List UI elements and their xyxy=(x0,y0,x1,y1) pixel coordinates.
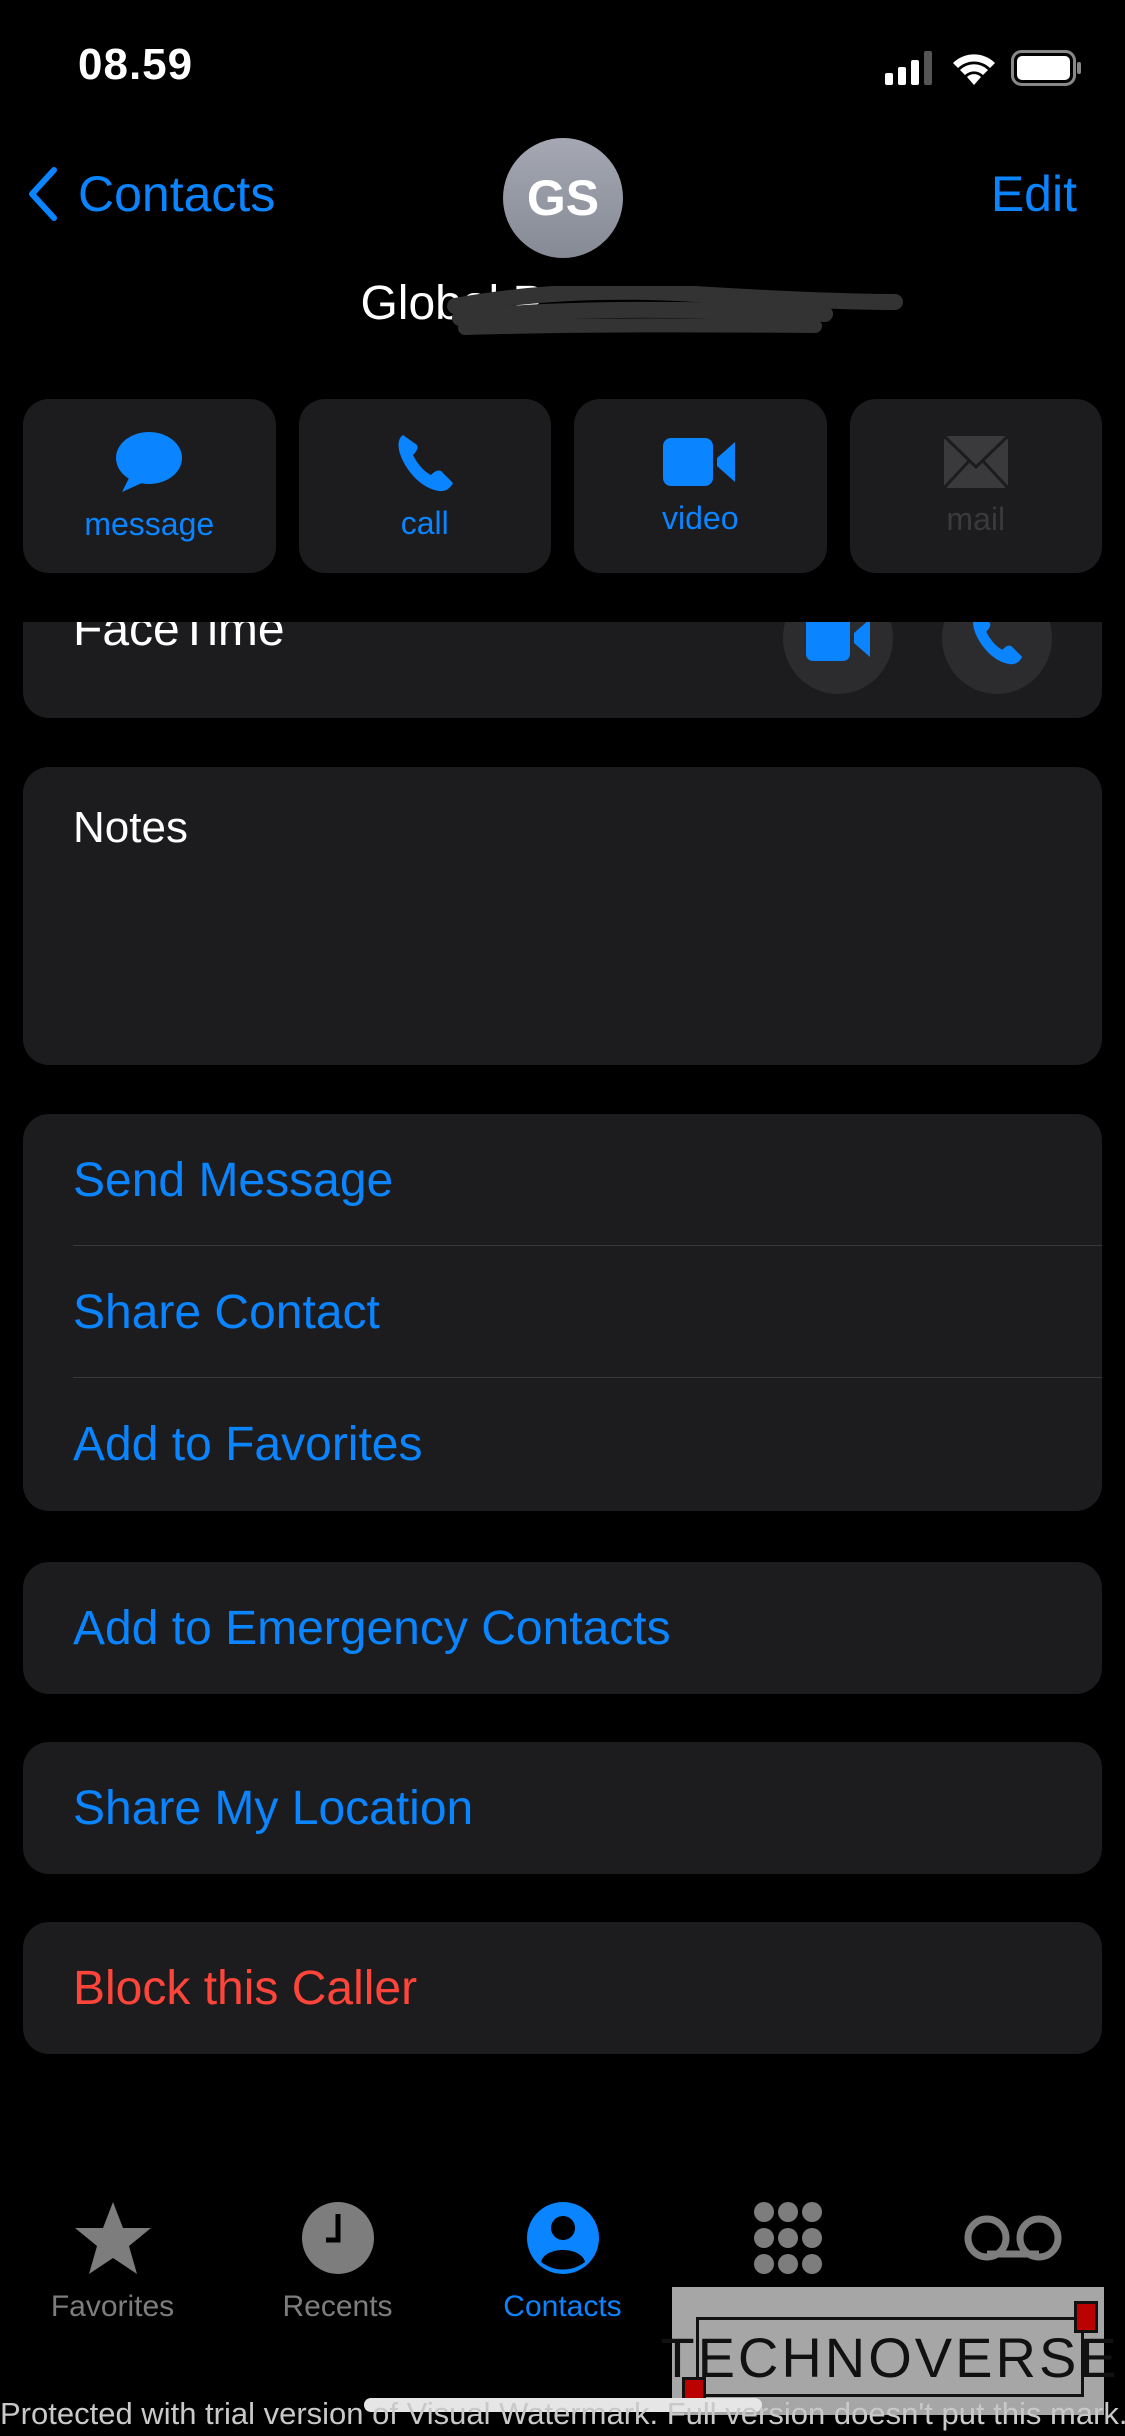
send-message-row[interactable]: Send Message xyxy=(23,1114,1102,1246)
contact-actions-list: Send Message Share Contact Add to Favori… xyxy=(23,1114,1102,1511)
facetime-video-icon xyxy=(806,622,870,661)
video-label: video xyxy=(662,499,739,536)
facetime-label: FaceTime xyxy=(73,622,285,656)
clock-icon xyxy=(301,2202,374,2274)
notes-label: Notes xyxy=(73,803,188,852)
call-label: call xyxy=(400,504,449,541)
envelope-icon xyxy=(942,434,1009,489)
tab-contacts[interactable]: Contacts xyxy=(450,2200,675,2324)
facetime-video-button[interactable] xyxy=(783,622,893,694)
message-action-button[interactable]: message xyxy=(23,399,276,573)
facetime-audio-icon xyxy=(973,622,1023,665)
message-bubble-icon xyxy=(116,431,183,492)
facetime-audio-button[interactable] xyxy=(942,622,1052,694)
star-icon xyxy=(74,2202,151,2274)
mail-action-button[interactable]: mail xyxy=(849,399,1102,573)
back-label: Contacts xyxy=(78,166,276,222)
keypad-icon xyxy=(753,2202,822,2274)
tab-favorites[interactable]: Favorites xyxy=(0,2200,225,2324)
tab-label: Favorites xyxy=(50,2290,175,2323)
share-location-button[interactable]: Share My Location xyxy=(23,1742,1102,1874)
video-action-button[interactable]: video xyxy=(574,399,827,573)
add-emergency-contact-button[interactable]: Add to Emergency Contacts xyxy=(23,1562,1102,1694)
mail-label: mail xyxy=(946,500,1006,537)
battery-icon xyxy=(1011,50,1081,86)
quick-actions: message call video mail xyxy=(23,399,1102,573)
back-button[interactable]: Contacts xyxy=(26,165,275,223)
call-action-button[interactable]: call xyxy=(298,399,551,573)
chip-icon xyxy=(1074,2301,1098,2333)
wifi-icon xyxy=(953,54,995,85)
cellular-signal-icon xyxy=(885,51,932,85)
status-icons xyxy=(885,50,1083,86)
tab-label: Recents xyxy=(282,2290,393,2323)
redaction-scribble xyxy=(447,286,903,335)
tab-recents[interactable]: Recents xyxy=(225,2200,450,2324)
edit-button[interactable]: Edit xyxy=(991,165,1077,223)
person-circle-icon xyxy=(526,2202,599,2274)
add-to-favorites-row[interactable]: Add to Favorites xyxy=(23,1378,1102,1510)
voicemail-icon xyxy=(964,2215,1061,2261)
message-label: message xyxy=(84,505,215,542)
watermark-logo: TECHNOVERSE xyxy=(660,2317,1117,2397)
phone-icon xyxy=(398,434,453,491)
video-camera-icon xyxy=(663,437,736,486)
block-caller-button[interactable]: Block this Caller xyxy=(23,1922,1102,2054)
notes-card[interactable]: Notes xyxy=(23,767,1102,1065)
facetime-card: FaceTime xyxy=(23,622,1102,718)
status-time: 08.59 xyxy=(78,40,194,89)
tab-label: Contacts xyxy=(503,2290,622,2323)
avatar: GS xyxy=(503,138,623,258)
watermark-notice: Protected with trial version of Visual W… xyxy=(0,2396,1125,2431)
share-contact-row[interactable]: Share Contact xyxy=(23,1246,1102,1378)
chevron-left-icon xyxy=(29,167,57,221)
